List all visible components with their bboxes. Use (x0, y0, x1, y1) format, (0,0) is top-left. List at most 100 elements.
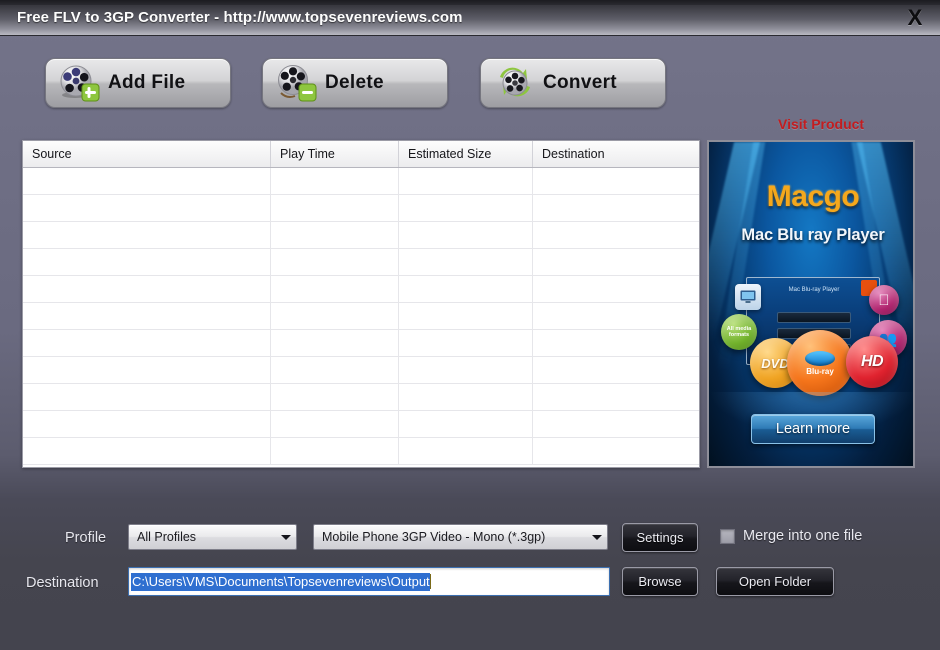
table-cell (533, 330, 699, 356)
table-cell (271, 438, 399, 464)
table-row[interactable] (23, 357, 699, 384)
application-window: Free FLV to 3GP Converter - http://www.t… (0, 0, 940, 650)
delete-button[interactable]: Delete (262, 58, 448, 108)
table-row[interactable] (23, 384, 699, 411)
table-cell (533, 384, 699, 410)
apple-icon:  (869, 285, 899, 315)
open-folder-button[interactable]: Open Folder (716, 567, 834, 596)
all-formats-label: All media formats (726, 325, 752, 339)
table-cell (399, 276, 533, 302)
table-cell (399, 330, 533, 356)
table-row[interactable] (23, 330, 699, 357)
checkbox-unchecked-icon[interactable] (720, 528, 735, 544)
table-cell (399, 384, 533, 410)
table-cell (399, 303, 533, 329)
table-cell (533, 249, 699, 275)
table-cell (533, 411, 699, 437)
film-reel-plus-icon (58, 63, 102, 103)
table-cell (271, 303, 399, 329)
ad-product-name: Mac Blu ray Player (741, 226, 885, 244)
table-cell (399, 411, 533, 437)
close-icon[interactable]: X (900, 4, 930, 32)
table-row[interactable] (23, 438, 699, 465)
table-cell (399, 195, 533, 221)
table-cell (23, 330, 271, 356)
column-header-destination[interactable]: Destination (533, 141, 699, 167)
window-title: Free FLV to 3GP Converter - http://www.t… (17, 9, 463, 26)
table-cell (23, 276, 271, 302)
output-format-value: Mobile Phone 3GP Video - Mono (*.3gp) (322, 530, 546, 544)
table-cell (23, 195, 271, 221)
table-cell (399, 168, 533, 194)
table-cell (23, 249, 271, 275)
output-format-dropdown[interactable]: Mobile Phone 3GP Video - Mono (*.3gp) (313, 524, 608, 550)
table-cell (533, 195, 699, 221)
table-cell (533, 303, 699, 329)
chevron-down-icon[interactable] (587, 525, 607, 549)
table-row[interactable] (23, 195, 699, 222)
learn-more-button[interactable]: Learn more (751, 414, 875, 444)
table-cell (533, 168, 699, 194)
merge-label: Merge into one file (743, 528, 863, 544)
table-cell (23, 411, 271, 437)
ad-brand-title: Macgo (766, 180, 860, 213)
table-row[interactable] (23, 411, 699, 438)
table-cell (23, 384, 271, 410)
table-cell (399, 222, 533, 248)
profile-label: Profile (65, 530, 107, 546)
table-cell (271, 357, 399, 383)
convert-label: Convert (543, 72, 617, 93)
column-header-play-time[interactable]: Play Time (271, 141, 399, 167)
table-cell (271, 249, 399, 275)
table-header-row: Source Play Time Estimated Size Destinat… (23, 141, 699, 168)
text-caret (429, 574, 431, 589)
all-formats-badge: All media formats (721, 314, 757, 350)
profile-category-value: All Profiles (137, 530, 197, 544)
table-cell (533, 222, 699, 248)
chevron-down-icon[interactable] (276, 525, 296, 549)
toolbar: Add File Delete Convert Visit Product (0, 36, 940, 132)
table-cell (533, 276, 699, 302)
table-cell (533, 438, 699, 464)
table-cell (533, 357, 699, 383)
destination-input[interactable]: C:\Users\VMS\Documents\Topsevenreviews\O… (128, 567, 610, 596)
bluray-badge: Blu-ray (787, 330, 853, 396)
delete-label: Delete (325, 72, 384, 93)
table-cell (271, 195, 399, 221)
table-cell (271, 276, 399, 302)
table-row[interactable] (23, 303, 699, 330)
film-reel-refresh-icon (493, 63, 537, 103)
table-row[interactable] (23, 249, 699, 276)
table-cell (271, 168, 399, 194)
table-row[interactable] (23, 276, 699, 303)
browse-button[interactable]: Browse (622, 567, 698, 596)
table-cell (271, 330, 399, 356)
monitor-icon (735, 284, 761, 310)
table-cell (23, 438, 271, 464)
column-header-estimated-size[interactable]: Estimated Size (399, 141, 533, 167)
table-cell (271, 411, 399, 437)
advertisement-panel[interactable]: Macgo Mac Blu ray Player Mac Blu-ray Pla… (707, 140, 915, 468)
hd-badge: HD (846, 336, 898, 388)
table-cell (23, 357, 271, 383)
column-header-source[interactable]: Source (23, 141, 271, 167)
bluray-disc-icon (805, 350, 835, 366)
add-file-button[interactable]: Add File (45, 58, 231, 108)
table-cell (399, 438, 533, 464)
ad-screen-row (777, 312, 851, 323)
table-body[interactable] (23, 168, 699, 467)
visit-product-link[interactable]: Visit Product (778, 116, 864, 132)
convert-button[interactable]: Convert (480, 58, 666, 108)
settings-button[interactable]: Settings (622, 523, 698, 552)
add-file-label: Add File (108, 72, 186, 93)
bluray-label: Blu-ray (806, 366, 834, 376)
table-cell (23, 303, 271, 329)
destination-label: Destination (26, 575, 99, 591)
table-row[interactable] (23, 168, 699, 195)
table-cell (23, 168, 271, 194)
table-row[interactable] (23, 222, 699, 249)
file-list-table[interactable]: Source Play Time Estimated Size Destinat… (22, 140, 700, 468)
destination-value: C:\Users\VMS\Documents\Topsevenreviews\O… (131, 572, 430, 591)
merge-into-one-file-checkbox[interactable]: Merge into one file (720, 528, 862, 544)
profile-category-dropdown[interactable]: All Profiles (128, 524, 297, 550)
